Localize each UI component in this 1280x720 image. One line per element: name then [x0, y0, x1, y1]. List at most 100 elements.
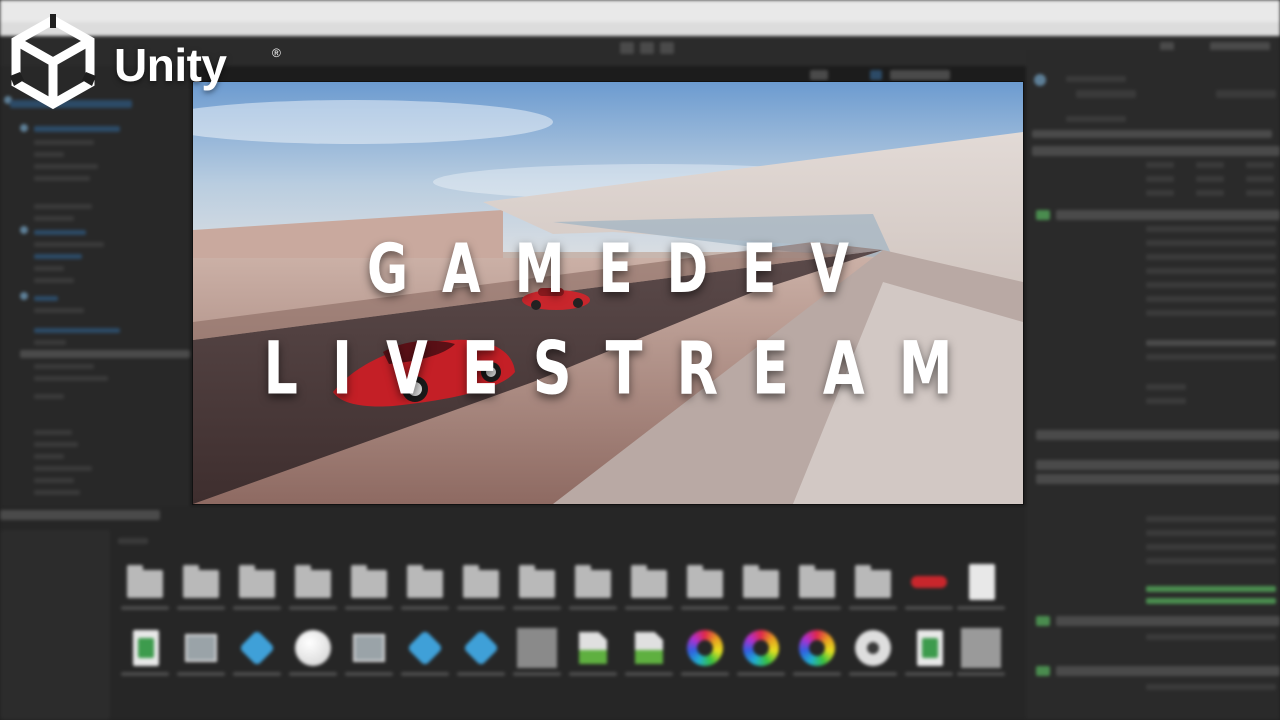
- asset-folder[interactable]: [289, 562, 337, 610]
- hierarchy-item[interactable]: [34, 266, 64, 271]
- inspector-field[interactable]: [1146, 530, 1276, 536]
- hierarchy-panel[interactable]: [0, 66, 190, 506]
- view-toggle[interactable]: [870, 70, 882, 80]
- hierarchy-item[interactable]: [34, 364, 94, 369]
- asset-texture[interactable]: [957, 628, 1005, 676]
- asset-texture[interactable]: [513, 628, 561, 676]
- tag-dropdown[interactable]: [1076, 90, 1136, 98]
- asset-car-thumbnail[interactable]: [905, 562, 953, 610]
- inspector-field[interactable]: [1146, 634, 1276, 640]
- inspector-field[interactable]: [1146, 684, 1276, 690]
- asset-folder[interactable]: [513, 562, 561, 610]
- hierarchy-item[interactable]: [34, 466, 92, 471]
- hierarchy-item[interactable]: [34, 140, 94, 145]
- project-folder-tree[interactable]: [0, 530, 110, 720]
- inspector-field[interactable]: [1146, 544, 1276, 550]
- view-options[interactable]: [890, 70, 950, 80]
- rotation-x[interactable]: [1146, 176, 1174, 182]
- object-name-field[interactable]: [1066, 76, 1126, 82]
- inspector-field[interactable]: [1146, 516, 1276, 522]
- play-button[interactable]: [620, 42, 634, 54]
- hierarchy-item[interactable]: [34, 430, 72, 435]
- asset-folder[interactable]: [457, 562, 505, 610]
- inspector-field[interactable]: [1146, 310, 1276, 316]
- prefab-overrides[interactable]: [1032, 130, 1272, 138]
- asset-folder[interactable]: [401, 562, 449, 610]
- prefab-field[interactable]: [1066, 116, 1126, 122]
- inspector-dropdown[interactable]: [1146, 340, 1276, 346]
- asset-sprite[interactable]: [569, 628, 617, 676]
- asset-folder[interactable]: [625, 562, 673, 610]
- project-panel[interactable]: [0, 506, 1026, 720]
- component-tabs[interactable]: [1036, 474, 1280, 484]
- hierarchy-item[interactable]: [34, 454, 64, 459]
- asset-film-reel[interactable]: [849, 628, 897, 676]
- hierarchy-item[interactable]: [34, 242, 104, 247]
- asset-folder[interactable]: [737, 562, 785, 610]
- component-header[interactable]: [1056, 666, 1280, 676]
- hierarchy-item[interactable]: [34, 204, 92, 209]
- inspector-field[interactable]: [1146, 398, 1186, 404]
- asset-color-wheel[interactable]: [737, 628, 785, 676]
- hierarchy-item[interactable]: [34, 230, 86, 235]
- hierarchy-item[interactable]: [34, 126, 120, 132]
- hierarchy-item[interactable]: [34, 490, 80, 495]
- asset-prefab[interactable]: [401, 628, 449, 676]
- hierarchy-item[interactable]: [34, 254, 82, 259]
- step-button[interactable]: [660, 42, 674, 54]
- asset-script[interactable]: [905, 628, 953, 676]
- asset-folder[interactable]: [681, 562, 729, 610]
- asset-prefab-variant[interactable]: [233, 628, 281, 676]
- position-x[interactable]: [1146, 162, 1174, 168]
- inspector-field[interactable]: [1146, 384, 1186, 390]
- asset-folder[interactable]: [177, 562, 225, 610]
- asset-folder[interactable]: [345, 562, 393, 610]
- rotation-y[interactable]: [1196, 176, 1224, 182]
- pause-button[interactable]: [640, 42, 654, 54]
- hierarchy-item[interactable]: [34, 394, 64, 399]
- asset-color-wheel[interactable]: [681, 628, 729, 676]
- project-tabs[interactable]: [0, 510, 160, 520]
- hierarchy-item[interactable]: [34, 376, 108, 381]
- asset-material-sphere[interactable]: [289, 628, 337, 676]
- inspector-dropdown[interactable]: [1146, 354, 1276, 360]
- gizmo-toggle[interactable]: [810, 70, 828, 80]
- asset-image[interactable]: [177, 628, 225, 676]
- scale-z[interactable]: [1246, 190, 1274, 196]
- component-tabs[interactable]: [1036, 460, 1280, 470]
- asset-folder[interactable]: [121, 562, 169, 610]
- inspector-field[interactable]: [1146, 226, 1276, 232]
- layer-dropdown[interactable]: [1216, 90, 1276, 98]
- asset-prefab[interactable]: [457, 628, 505, 676]
- rotation-z[interactable]: [1246, 176, 1274, 182]
- rigidbody-header[interactable]: [1056, 210, 1280, 220]
- hierarchy-item[interactable]: [34, 340, 66, 345]
- inspector-field[interactable]: [1146, 240, 1276, 246]
- asset-color-wheel[interactable]: [793, 628, 841, 676]
- asset-folder[interactable]: [569, 562, 617, 610]
- position-z[interactable]: [1246, 162, 1274, 168]
- hierarchy-item[interactable]: [34, 296, 58, 301]
- position-y[interactable]: [1196, 162, 1224, 168]
- asset-sprite[interactable]: [625, 628, 673, 676]
- asset-script[interactable]: [121, 628, 169, 676]
- asset-folder[interactable]: [793, 562, 841, 610]
- inspector-field[interactable]: [1146, 268, 1276, 274]
- inspector-field[interactable]: [1146, 296, 1276, 302]
- hierarchy-item[interactable]: [34, 152, 64, 157]
- inspector-panel[interactable]: [1026, 50, 1280, 720]
- asset-folder[interactable]: [233, 562, 281, 610]
- hierarchy-item[interactable]: [34, 308, 84, 313]
- hierarchy-item[interactable]: [34, 216, 74, 221]
- scale-y[interactable]: [1196, 190, 1224, 196]
- inspector-field[interactable]: [1146, 254, 1276, 260]
- asset-folder[interactable]: [849, 562, 897, 610]
- hierarchy-item[interactable]: [34, 442, 78, 447]
- component-header[interactable]: [1056, 616, 1280, 626]
- inspector-field[interactable]: [1146, 282, 1276, 288]
- component-header[interactable]: [1036, 430, 1280, 440]
- hierarchy-item-selected[interactable]: [20, 350, 190, 358]
- inspector-field[interactable]: [1146, 558, 1276, 564]
- transform-header[interactable]: [1032, 146, 1280, 156]
- scale-x[interactable]: [1146, 190, 1174, 196]
